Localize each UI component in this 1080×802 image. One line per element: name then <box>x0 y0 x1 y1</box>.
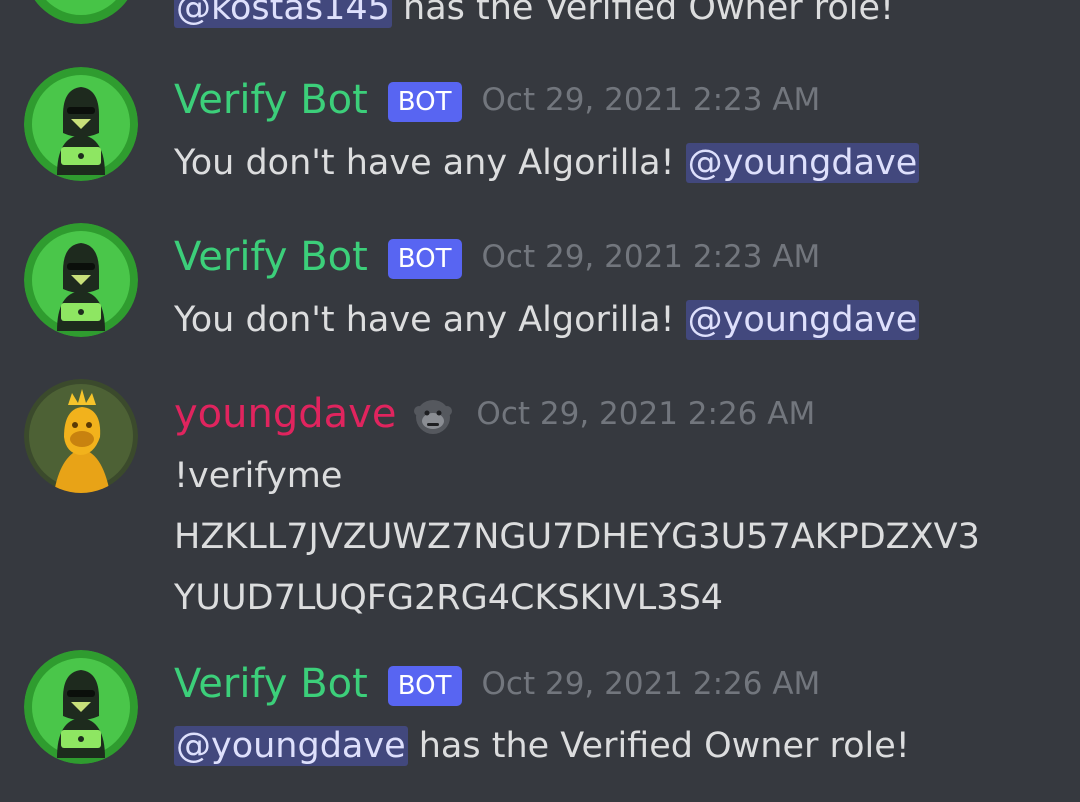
chat-messages: @kostas145 has the Verified Owner role! … <box>0 0 1080 802</box>
message-text: You don't have any Algorilla! <box>174 300 686 340</box>
author-name[interactable]: Verify Bot <box>174 231 368 283</box>
message-text: has the Verified Owner role! <box>391 0 895 28</box>
bot-tag: BOT <box>387 666 462 706</box>
timestamp: Oct 29, 2021 2:26 AM <box>481 666 821 702</box>
bot-avatar[interactable] <box>24 67 138 181</box>
gorilla-icon[interactable] <box>410 391 456 437</box>
author-name[interactable]: Verify Bot <box>174 74 368 126</box>
bot-tag: BOT <box>387 82 462 122</box>
message-body: @youngdave has the Verified Owner role! <box>174 716 1054 777</box>
message-text: You don't have any Algorilla! <box>174 143 686 183</box>
timestamp: Oct 29, 2021 2:23 AM <box>481 82 821 118</box>
user-mention[interactable]: @youngdave <box>685 300 920 340</box>
user-mention[interactable]: @youngdave <box>685 143 920 183</box>
bot-avatar[interactable] <box>24 0 138 24</box>
author-name[interactable]: Verify Bot <box>174 658 368 710</box>
timestamp: Oct 29, 2021 2:23 AM <box>481 239 821 275</box>
message-header: Verify Bot BOT Oct 29, 2021 2:23 AM <box>174 231 820 283</box>
message-text: has the Verified Owner role! <box>407 726 910 766</box>
message-body: @kostas145 has the Verified Owner role! <box>174 0 1054 39</box>
message-header: Verify Bot BOT Oct 29, 2021 2:26 AM <box>174 658 820 710</box>
message-line: YUUD7LUQFG2RG4CKSKIVL3S4 <box>174 578 724 618</box>
bot-avatar[interactable] <box>24 650 138 764</box>
timestamp: Oct 29, 2021 2:26 AM <box>476 396 816 432</box>
author-name[interactable]: youngdave <box>174 388 396 440</box>
message-line: !verifyme <box>174 456 343 496</box>
message-body: You don't have any Algorilla! @youngdave <box>174 290 1054 351</box>
user-mention[interactable]: @kostas145 <box>174 0 392 28</box>
user-mention[interactable]: @youngdave <box>174 726 408 766</box>
user-avatar[interactable] <box>24 379 138 493</box>
bot-tag: BOT <box>387 239 462 279</box>
message-header: youngdave Oct 29, 2021 2:26 AM <box>174 388 815 440</box>
message-body: !verifyme HZKLL7JVZUWZ7NGU7DHEYG3U57AKPD… <box>174 446 1054 629</box>
message-header: Verify Bot BOT Oct 29, 2021 2:23 AM <box>174 74 820 126</box>
message-line: HZKLL7JVZUWZ7NGU7DHEYG3U57AKPDZXV3 <box>174 517 980 557</box>
bot-avatar[interactable] <box>24 223 138 337</box>
message-body: You don't have any Algorilla! @youngdave <box>174 133 1054 194</box>
